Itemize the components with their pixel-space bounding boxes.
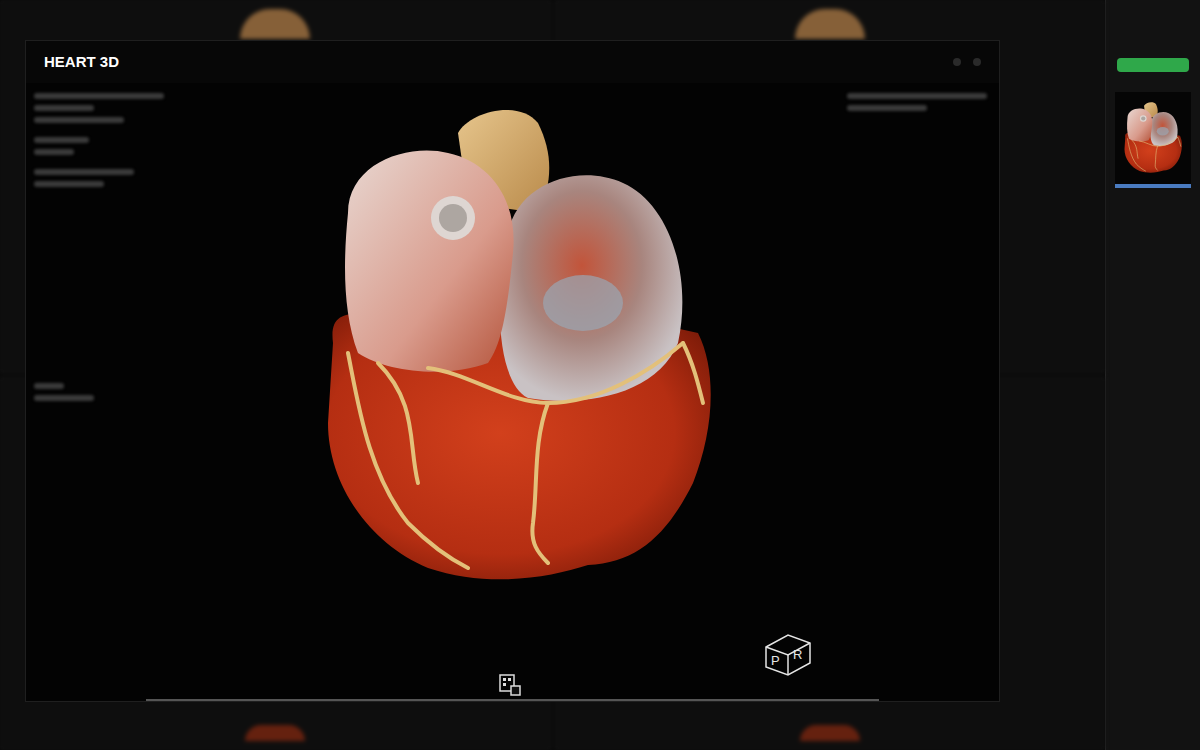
series-thumbnail[interactable] [1115,92,1191,188]
blurred-info [34,93,164,123]
viewer-app: HEART 3D PR [0,0,1200,750]
close-icon[interactable] [973,58,981,66]
blurred-info [847,93,987,111]
render-viewport[interactable]: PR [26,83,999,699]
svg-text:R: R [793,647,802,662]
dialog-title-bar: HEART 3D [26,41,999,83]
layout-icon[interactable] [498,673,522,697]
blurred-info [34,137,164,155]
heart-render[interactable] [318,103,718,593]
heart-3d-dialog[interactable]: HEART 3D PR [25,40,1000,702]
viewport-area: HEART 3D PR [0,0,1105,750]
blurred-info [34,383,94,401]
dialog-title: HEART 3D [44,51,119,74]
svg-text:P: P [771,653,780,668]
help-icon[interactable] [953,58,961,66]
blurred-info [34,169,164,187]
orientation-cube-icon[interactable]: PR [761,629,815,679]
dialog-bottom-line [146,699,879,701]
heart-render[interactable] [1123,101,1183,175]
sidebar [1105,0,1200,750]
status-bar [1117,58,1189,72]
